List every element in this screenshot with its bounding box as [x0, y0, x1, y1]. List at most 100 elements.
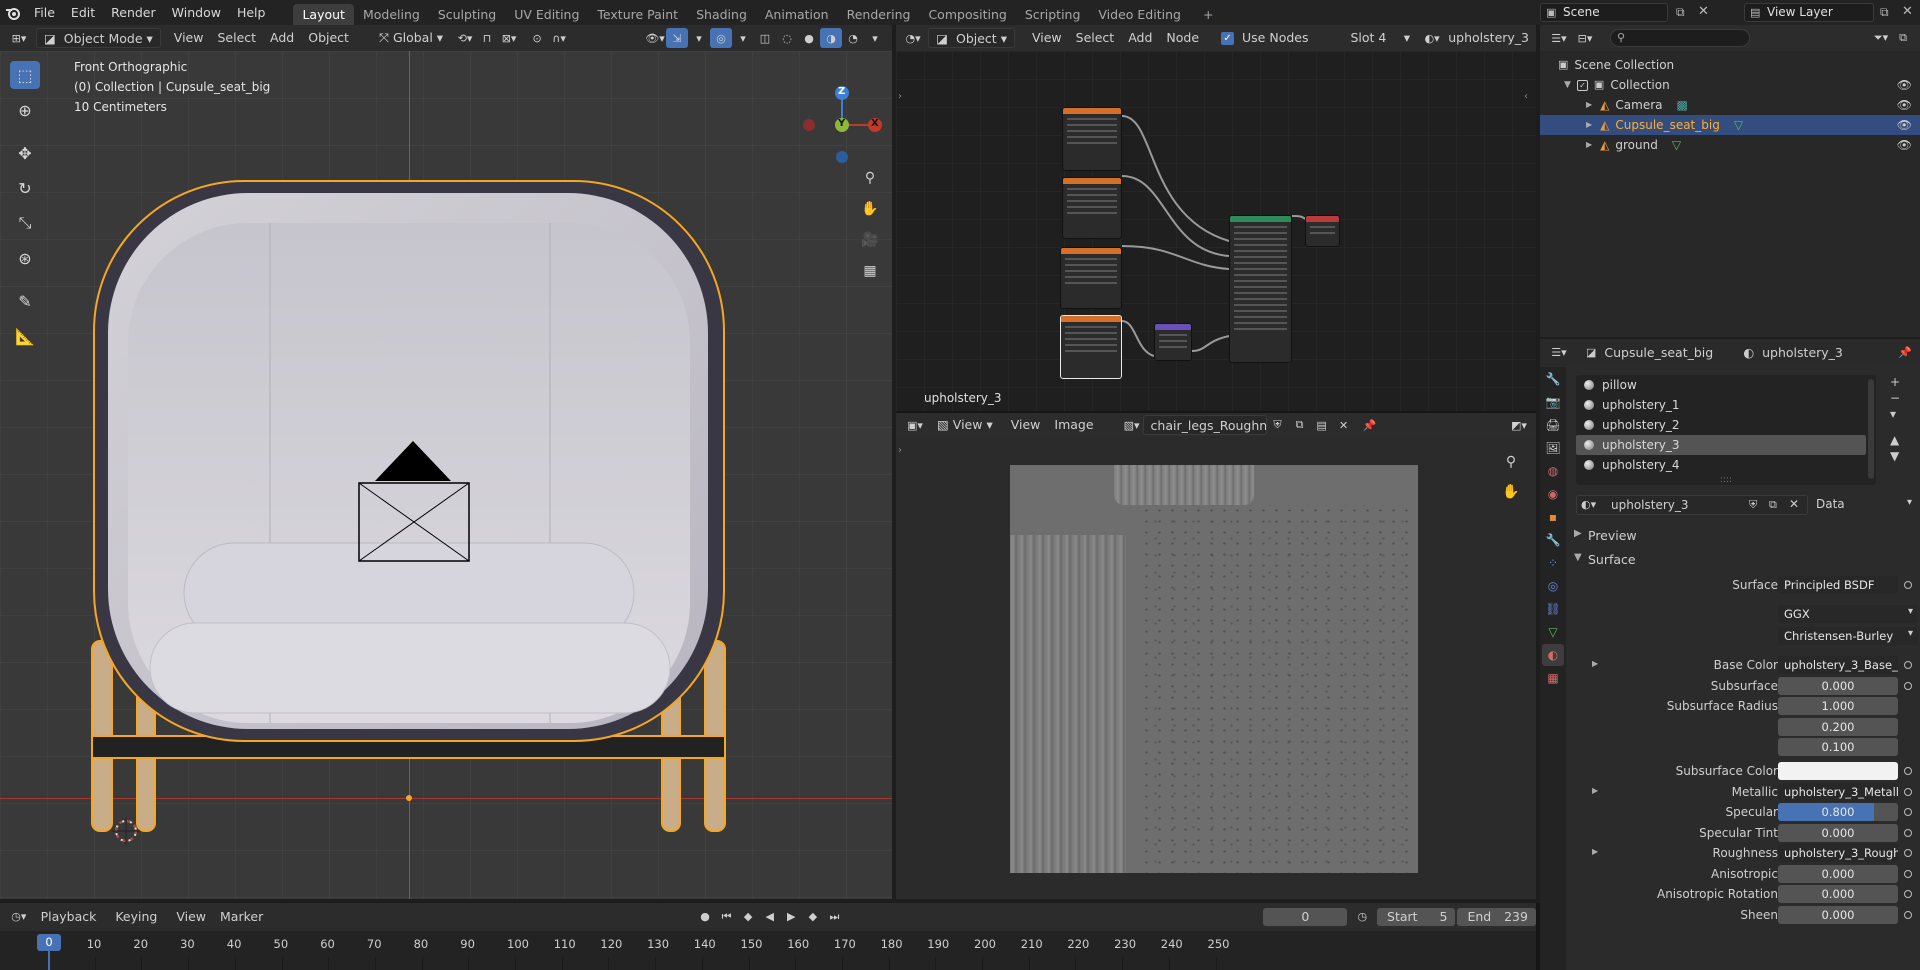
material-browse-icon[interactable]: ◐▾ — [1423, 28, 1441, 48]
modifier-tab-icon[interactable]: 🔧 — [1542, 529, 1564, 551]
image-name-field[interactable]: chair_legs_Roughne.. — [1142, 415, 1267, 435]
physics-tab-icon[interactable]: ◎ — [1542, 575, 1564, 597]
render-tab-icon[interactable]: 📷 — [1542, 391, 1564, 413]
overlay-dropdown-icon[interactable]: ▾ — [732, 28, 754, 48]
select-box-tool-icon[interactable]: ⬚ — [10, 61, 40, 89]
input-socket-icon[interactable] — [1904, 808, 1912, 816]
play-icon[interactable]: ▶ — [780, 907, 802, 927]
material-browse-icon[interactable]: ◐▾ — [1581, 498, 1596, 511]
display-channels-icon[interactable]: ◩▾ — [1508, 415, 1530, 435]
outliner-item-ground[interactable]: ▶ ◭ ground ▽ 👁 — [1540, 135, 1920, 155]
visibility-eye-icon[interactable]: 👁 — [1897, 75, 1912, 95]
property-value-field[interactable]: upholstery_3_Base_Color... — [1778, 656, 1898, 674]
expand-arrow-icon[interactable]: ▶ — [1586, 115, 1592, 135]
pivot-icon[interactable]: ⟲▾ — [454, 28, 476, 48]
play-reverse-icon[interactable]: ◀ — [759, 907, 781, 927]
menu-help[interactable]: Help — [229, 0, 274, 25]
world-tab-icon[interactable]: ◉ — [1542, 483, 1564, 505]
material-duplicate-icon[interactable]: ⧉ — [1769, 498, 1777, 512]
gizmo-toggle-icon[interactable]: ⇲ — [666, 28, 688, 48]
output-tab-icon[interactable]: 🖨 — [1542, 414, 1564, 436]
input-socket-icon[interactable] — [1904, 788, 1912, 796]
image-toolbar-toggle-icon[interactable]: › — [898, 445, 902, 456]
scene-selector[interactable]: Scene — [1540, 3, 1668, 22]
input-socket-icon[interactable] — [1904, 661, 1912, 669]
fake-user-shield-icon[interactable]: ⛨ — [1267, 415, 1289, 435]
image-menu-view[interactable]: View — [1004, 415, 1048, 435]
material-slot-pillow[interactable]: pillow — [1576, 375, 1876, 395]
material-unlink-icon[interactable]: ✕ — [1789, 497, 1799, 511]
filter-icon[interactable]: ⏷▾ — [1870, 28, 1892, 48]
record-icon[interactable]: ● — [694, 907, 716, 927]
principled-bsdf-node[interactable] — [1229, 215, 1292, 363]
slot-dropdown[interactable]: Slot 4 ▾ — [1343, 28, 1417, 48]
use-nodes-toggle[interactable]: ✓ Use Nodes — [1214, 28, 1315, 48]
preview-panel-header[interactable]: ▶ Preview — [1570, 525, 1920, 547]
link-dropdown[interactable]: Data ▾ — [1802, 495, 1918, 515]
image-texture-node[interactable] — [1062, 177, 1122, 239]
snap-icon[interactable]: ⊓ — [476, 28, 498, 48]
display-mode-icon[interactable]: ⊟▾ — [1574, 28, 1596, 48]
tab-scripting[interactable]: Scripting — [1016, 4, 1090, 25]
image-zoom-icon[interactable]: ⚲ — [1498, 449, 1524, 475]
pin-icon[interactable]: 📌 — [1359, 415, 1381, 435]
tab-layout[interactable]: Layout — [293, 4, 354, 25]
material-slot-upholstery_1[interactable]: upholstery_1 — [1576, 395, 1876, 415]
next-keyframe-icon[interactable]: ◆ — [802, 907, 824, 927]
transform-orientation-dropdown[interactable]: ⤧ Global ▾ — [372, 28, 450, 48]
outliner-item-camera[interactable]: ▶ ◭ Camera ▩ 👁 — [1540, 95, 1920, 115]
shader-node-editor[interactable]: ◔▾ ◪ Object ▾ View Select Add Node ✓ Use No… — [896, 25, 1536, 411]
subsurface-color-swatch[interactable] — [1778, 762, 1898, 780]
input-socket-icon[interactable] — [1904, 870, 1912, 878]
image-texture-node[interactable] — [1060, 247, 1122, 309]
timeline-track[interactable]: 0 10 20 30 40 50 60 70 80 90 100 110 120 130 140 150 160… — [0, 931, 1536, 970]
image-browse-icon[interactable]: ▧▾ — [1121, 415, 1143, 435]
tab-rendering[interactable]: Rendering — [838, 4, 920, 25]
move-tool-icon[interactable]: ✥ — [10, 139, 40, 167]
input-socket-icon[interactable] — [1904, 890, 1912, 898]
properties-pin-icon[interactable]: 📌 — [1894, 342, 1916, 362]
tab-video-editing[interactable]: Video Editing — [1089, 4, 1190, 25]
menu-edit[interactable]: Edit — [63, 0, 103, 25]
new-view-layer-icon[interactable]: ⧉ — [1880, 5, 1889, 20]
3d-cursor-icon[interactable] — [112, 817, 140, 845]
outliner-search-field[interactable]: ⚲ — [1610, 29, 1750, 47]
collection-row[interactable]: ▼ ✓ ▣ Collection 👁 — [1540, 75, 1920, 95]
property-value-field[interactable]: upholstery_3_Metallic.png — [1778, 783, 1898, 801]
node-menu-view[interactable]: View — [1025, 28, 1069, 48]
viewport-menu-view[interactable]: View — [167, 28, 211, 48]
subsurface-method-dropdown[interactable]: Christensen-Burley — [1778, 627, 1918, 645]
collapse-arrow-icon[interactable]: ▼ — [1564, 75, 1571, 95]
shading-solid-icon[interactable]: ● — [798, 28, 820, 48]
surface-socket-icon[interactable] — [1904, 581, 1912, 589]
tool-tab-icon[interactable]: 🔧 — [1542, 368, 1564, 390]
image-view-dropdown[interactable]: ▧ View ▾ — [930, 415, 1000, 435]
property-value-field[interactable]: upholstery_3_Roughness.p.. — [1778, 844, 1898, 862]
sidebar-toggle-icon[interactable]: ‹ — [1524, 91, 1528, 102]
new-image-icon[interactable]: ⧉ — [1289, 415, 1311, 435]
menu-file[interactable]: File — [26, 0, 63, 25]
editor-type-properties-icon[interactable]: ☰▾ — [1548, 342, 1570, 362]
material-fake-user-icon[interactable]: ⛨ — [1749, 498, 1757, 512]
tab-shading[interactable]: Shading — [687, 4, 756, 25]
shading-rendered-icon[interactable]: ◔ — [842, 28, 864, 48]
pan-hand-icon[interactable]: ✋ — [857, 196, 883, 222]
property-value-field[interactable]: 0.000 — [1778, 677, 1898, 695]
viewport-canvas[interactable]: Front Orthographic (0) Collection | Cups… — [0, 51, 892, 899]
normal-map-node[interactable] — [1154, 323, 1192, 361]
menu-render[interactable]: Render — [103, 0, 164, 25]
object-tab-icon[interactable]: ▪ — [1542, 506, 1564, 528]
camera-view-icon[interactable]: 🎥 — [857, 227, 883, 253]
visibility-eye-icon[interactable]: 👁 — [1897, 115, 1912, 135]
gizmo-dropdown-icon[interactable]: ▾ — [688, 28, 710, 48]
image-texture-node[interactable] — [1062, 107, 1122, 171]
open-image-icon[interactable]: ▤ — [1311, 415, 1333, 435]
property-value-field[interactable]: 0.000 — [1778, 885, 1898, 903]
expand-arrow-icon[interactable]: ▶ — [1586, 135, 1592, 155]
surface-shader-field[interactable]: Principled BSDF — [1778, 576, 1898, 594]
view-layer-tab-icon[interactable]: 🖼 — [1542, 437, 1564, 459]
tab-animation[interactable]: Animation — [756, 4, 838, 25]
add-workspace-button[interactable]: + — [1194, 4, 1222, 25]
use-nodes-checkbox-icon[interactable]: ✓ — [1221, 32, 1235, 45]
list-resize-handle[interactable]: :::: — [1576, 475, 1876, 485]
